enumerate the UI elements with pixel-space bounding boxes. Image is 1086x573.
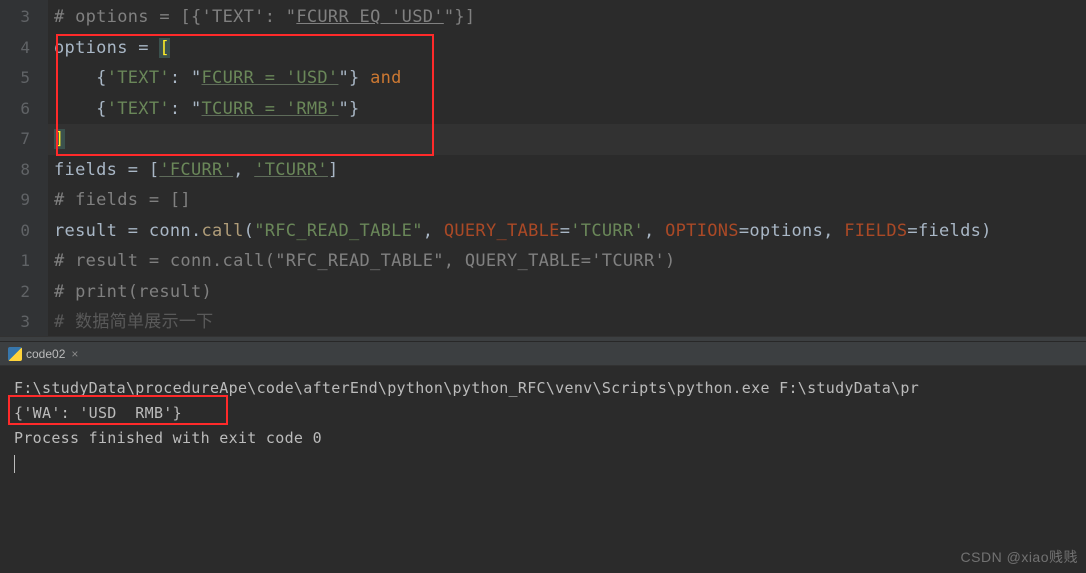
line-number: 4 xyxy=(0,33,30,64)
code-line[interactable]: # result = conn.call("RFC_READ_TABLE", Q… xyxy=(48,246,1086,277)
code-content[interactable]: # options = [{'TEXT': "FCURR EQ 'USD'"}]… xyxy=(48,0,1086,336)
line-number-gutter: 3 4 5 6 7 8 9 0 1 2 3 xyxy=(0,0,48,336)
line-number: 1 xyxy=(0,246,30,277)
run-tab-code02[interactable]: code02 × xyxy=(0,342,86,365)
code-line[interactable]: # fields = [] xyxy=(48,185,1086,216)
text-cursor xyxy=(14,455,15,473)
code-line[interactable]: # print(result) xyxy=(48,277,1086,308)
line-number: 0 xyxy=(0,216,30,247)
code-line[interactable]: # options = [{'TEXT': "FCURR EQ 'USD'"}] xyxy=(48,2,1086,33)
run-console[interactable]: F:\studyData\procedureApe\code\afterEnd\… xyxy=(0,366,1086,573)
line-number: 9 xyxy=(0,185,30,216)
code-line[interactable]: {'TEXT': "TCURR = 'RMB'"} xyxy=(48,94,1086,125)
line-number: 6 xyxy=(0,94,30,125)
line-number: 7 xyxy=(0,124,30,155)
console-line: F:\studyData\procedureApe\code\afterEnd\… xyxy=(14,376,1072,401)
line-number: 3 xyxy=(0,2,30,33)
watermark: CSDN @xiao贱贱 xyxy=(961,547,1078,567)
code-line[interactable]: ] xyxy=(48,124,1086,155)
code-line[interactable]: fields = ['FCURR', 'TCURR'] xyxy=(48,155,1086,186)
tool-window-tabs: code02 × xyxy=(0,342,1086,366)
code-line[interactable]: # 数据简单展示一下 xyxy=(48,307,1086,336)
code-editor[interactable]: 3 4 5 6 7 8 9 0 1 2 3 # options = [{'TEX… xyxy=(0,0,1086,336)
close-icon[interactable]: × xyxy=(71,347,78,361)
console-exit-line: Process finished with exit code 0 xyxy=(14,426,1072,451)
code-line[interactable]: result = conn.call("RFC_READ_TABLE", QUE… xyxy=(48,216,1086,247)
code-line[interactable]: options = [ xyxy=(48,33,1086,64)
line-number: 2 xyxy=(0,277,30,308)
line-number: 5 xyxy=(0,63,30,94)
code-line[interactable]: {'TEXT': "FCURR = 'USD'"} and xyxy=(48,63,1086,94)
run-tab-label: code02 xyxy=(26,347,65,361)
console-cursor-line xyxy=(14,451,1072,476)
line-number: 3 xyxy=(0,307,30,336)
python-icon xyxy=(8,347,22,361)
console-output-line: {'WA': 'USD RMB'} xyxy=(14,401,1072,426)
line-number: 8 xyxy=(0,155,30,186)
